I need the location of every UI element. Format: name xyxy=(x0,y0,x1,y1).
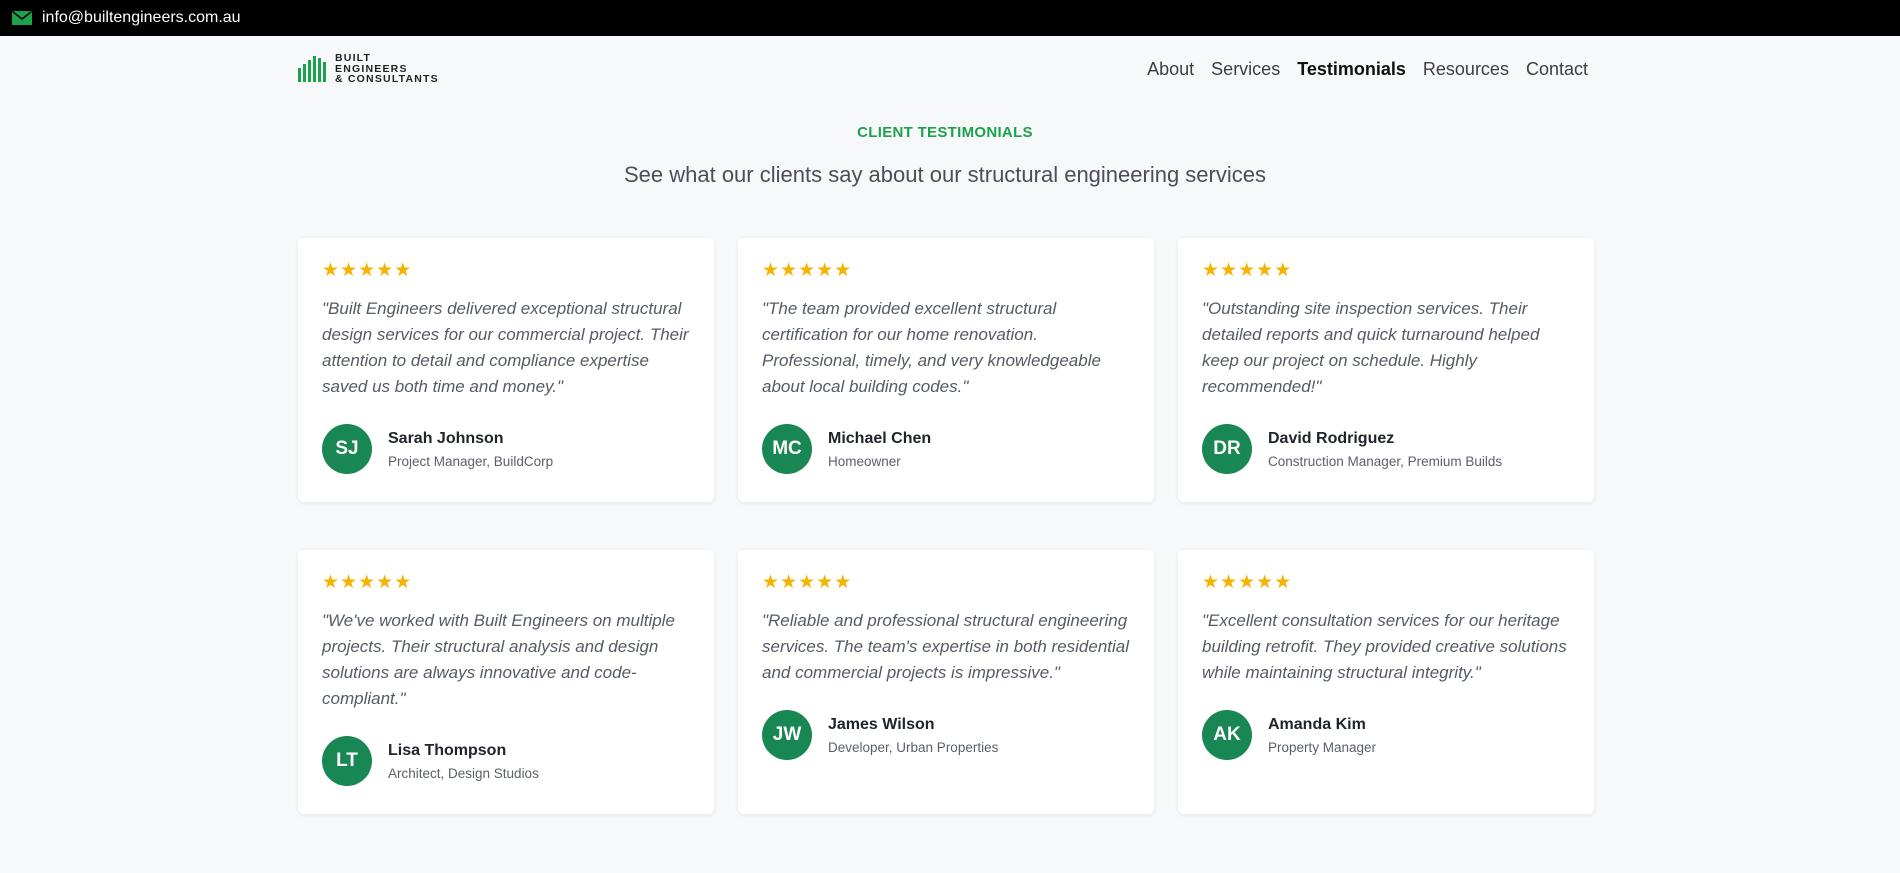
testimonial-card: ★ ★ ★ ★ ★ "Reliable and professional structu… xyxy=(738,550,1154,814)
star-icon: ★ xyxy=(762,572,780,593)
avatar: DR xyxy=(1202,424,1252,474)
testimonial-quote: "We've worked with Built Engineers on mu… xyxy=(322,611,675,708)
star-icon: ★ xyxy=(816,572,834,593)
star-icon: ★ xyxy=(1202,572,1220,593)
author-role: Construction Manager, Premium Builds xyxy=(1268,453,1503,469)
nav-contact-link[interactable]: Contact xyxy=(1526,59,1588,80)
author-name: David Rodriguez xyxy=(1268,429,1395,447)
star-icon: ★ xyxy=(322,572,340,593)
star-icon: ★ xyxy=(394,260,412,281)
author-role: Architect, Design Studios xyxy=(388,765,539,781)
contact-email-link[interactable]: info@builtengineers.com.au xyxy=(42,9,241,27)
star-icon: ★ xyxy=(762,260,780,281)
section-label: CLIENT TESTIMONIALS xyxy=(857,124,1033,141)
testimonial-quote: "Built Engineers delivered exceptional s… xyxy=(322,299,689,396)
rating-stars: ★ ★ ★ ★ ★ xyxy=(762,260,1130,281)
testimonial-card: ★ ★ ★ ★ ★ "The team provided excellent struc… xyxy=(738,238,1154,502)
logo-text: BUILT ENGINEERS & CONSULTANTS xyxy=(335,52,439,86)
testimonial-card: ★ ★ ★ ★ ★ "Built Engineers delivered excepti… xyxy=(298,238,714,502)
star-icon: ★ xyxy=(816,260,834,281)
author-name: Amanda Kim xyxy=(1268,715,1366,733)
testimonial-card: ★ ★ ★ ★ ★ "Outstanding site inspection servi… xyxy=(1178,238,1594,502)
nav-resources-link[interactable]: Resources xyxy=(1423,59,1509,80)
author-name: James Wilson xyxy=(828,715,935,733)
author-role: Property Manager xyxy=(1268,739,1377,755)
testimonial-author: SJ Sarah Johnson Project Manager, BuildC… xyxy=(322,424,690,474)
testimonial-author: MC Michael Chen Homeowner xyxy=(762,424,1130,474)
testimonial-author: DR David Rodriguez Construction Manager,… xyxy=(1202,424,1570,474)
author-role: Developer, Urban Properties xyxy=(828,739,999,755)
star-icon: ★ xyxy=(780,260,798,281)
star-icon: ★ xyxy=(1220,260,1238,281)
star-icon: ★ xyxy=(780,572,798,593)
testimonial-quote: "Excellent consultation services for our… xyxy=(1202,611,1567,682)
star-icon: ★ xyxy=(376,260,394,281)
rating-stars: ★ ★ ★ ★ ★ xyxy=(322,260,690,281)
avatar: SJ xyxy=(322,424,372,474)
star-icon: ★ xyxy=(340,260,358,281)
nav-services-link[interactable]: Services xyxy=(1211,59,1280,80)
mail-icon xyxy=(12,11,32,25)
nav-links: About Services Testimonials Resources Co… xyxy=(1130,59,1588,80)
star-icon: ★ xyxy=(1274,260,1292,281)
top-contact-bar: info@builtengineers.com.au xyxy=(0,0,1900,36)
star-icon: ★ xyxy=(376,572,394,593)
author-name: Sarah Johnson xyxy=(388,429,504,447)
star-icon: ★ xyxy=(358,260,376,281)
testimonial-quote: "The team provided excellent structural … xyxy=(762,299,1101,396)
nav-testimonials-link[interactable]: Testimonials xyxy=(1297,59,1406,80)
avatar: LT xyxy=(322,736,372,786)
star-icon: ★ xyxy=(834,572,852,593)
rating-stars: ★ ★ ★ ★ ★ xyxy=(322,572,690,593)
star-icon: ★ xyxy=(1238,572,1256,593)
avatar: AK xyxy=(1202,710,1252,760)
author-role: Project Manager, BuildCorp xyxy=(388,453,554,469)
avatar: JW xyxy=(762,710,812,760)
star-icon: ★ xyxy=(340,572,358,593)
company-logo[interactable]: BUILT ENGINEERS & CONSULTANTS xyxy=(298,53,439,85)
star-icon: ★ xyxy=(1238,260,1256,281)
logo-bars-icon xyxy=(298,56,328,82)
testimonial-card: ★ ★ ★ ★ ★ "We've worked with Built Engineers… xyxy=(298,550,714,814)
main-navigation: BUILT ENGINEERS & CONSULTANTS About Serv… xyxy=(298,36,1588,102)
star-icon: ★ xyxy=(394,572,412,593)
author-name: Lisa Thompson xyxy=(388,741,507,759)
rating-stars: ★ ★ ★ ★ ★ xyxy=(1202,572,1570,593)
author-role: Homeowner xyxy=(828,453,901,469)
testimonial-quote: "Reliable and professional structural en… xyxy=(762,611,1130,682)
rating-stars: ★ ★ ★ ★ ★ xyxy=(1202,260,1570,281)
author-name: Michael Chen xyxy=(828,429,932,447)
testimonial-card: ★ ★ ★ ★ ★ "Excellent consultation services f… xyxy=(1178,550,1594,814)
star-icon: ★ xyxy=(1220,572,1238,593)
testimonial-author: AK Amanda Kim Property Manager xyxy=(1202,710,1570,760)
star-icon: ★ xyxy=(798,260,816,281)
rating-stars: ★ ★ ★ ★ ★ xyxy=(762,572,1130,593)
testimonial-author: LT Lisa Thompson Architect, Design Studi… xyxy=(322,736,690,786)
star-icon: ★ xyxy=(1202,260,1220,281)
star-icon: ★ xyxy=(322,260,340,281)
star-icon: ★ xyxy=(1256,572,1274,593)
nav-about-link[interactable]: About xyxy=(1147,59,1194,80)
star-icon: ★ xyxy=(798,572,816,593)
star-icon: ★ xyxy=(834,260,852,281)
section-subtitle: See what our clients say about our struc… xyxy=(623,162,1266,187)
testimonial-quote: "Outstanding site inspection services. T… xyxy=(1202,299,1540,396)
testimonial-author: JW James Wilson Developer, Urban Propert… xyxy=(762,710,1130,760)
avatar: MC xyxy=(762,424,812,474)
star-icon: ★ xyxy=(1256,260,1274,281)
star-icon: ★ xyxy=(358,572,376,593)
star-icon: ★ xyxy=(1274,572,1292,593)
